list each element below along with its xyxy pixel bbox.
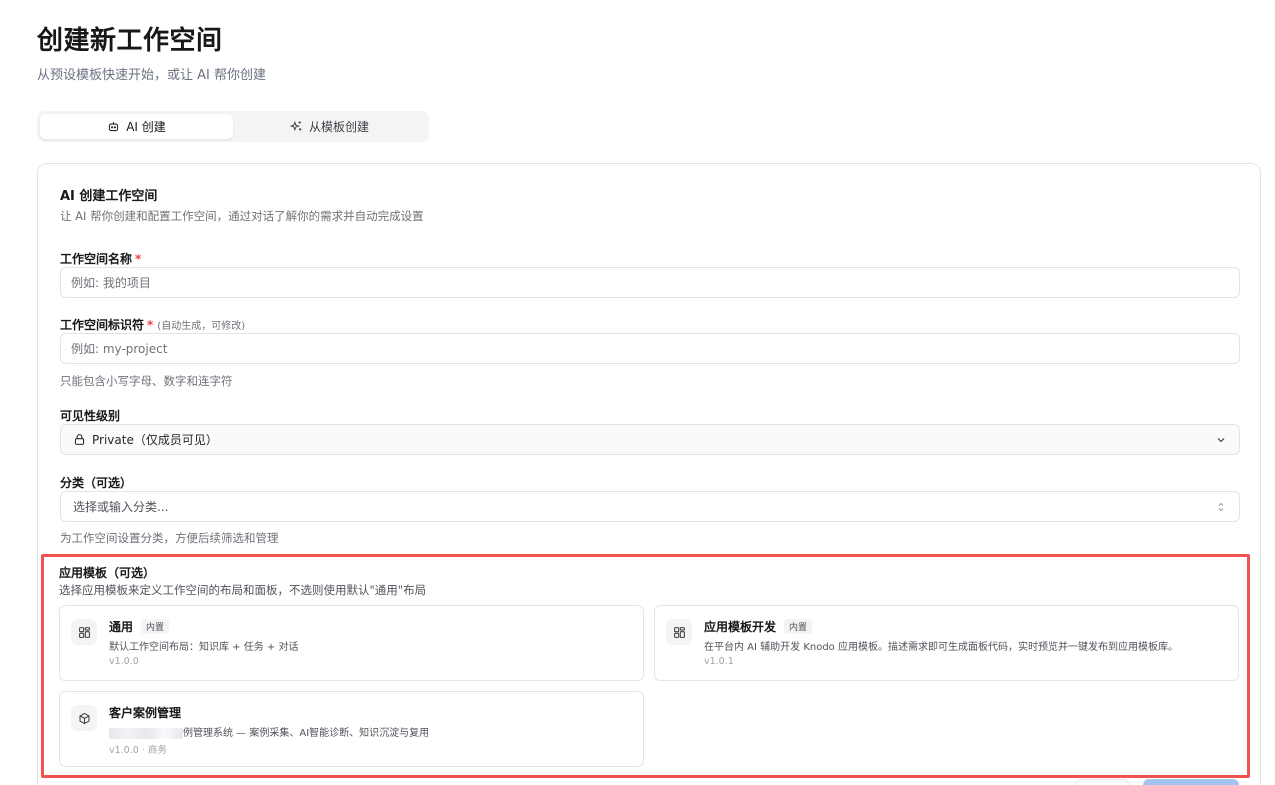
lock-icon [74,434,85,445]
tab-label: AI 创建 [126,120,166,134]
category-combobox[interactable]: 选择或输入分类... [60,491,1240,522]
workspace-name-label: 工作空间名称 * [60,252,142,266]
chevrons-up-down-icon [1218,502,1224,512]
card-title: AI 创建工作空间 [60,189,158,204]
bot-icon [109,122,119,132]
cancel-button[interactable] [1075,779,1129,785]
card-description: 让 AI 帮你创建和配置工作空间，通过对话了解你的需求并自动完成设置 [60,209,424,223]
page-title: 创建新工作空间 [37,26,223,56]
tab-label: 从模板创建 [308,120,369,134]
identifier-help-text: 只能包含小写字母、数字和连字符 [60,374,233,388]
tab-template-create[interactable]: 从模板创建 [233,114,426,139]
category-label: 分类（可选） [60,476,133,490]
create-button[interactable] [1143,779,1239,785]
sparkles-icon [289,121,302,132]
tab-ai-create[interactable]: AI 创建 [40,114,233,139]
workspace-identifier-input[interactable] [60,333,1240,364]
visibility-label: 可见性级别 [60,409,121,423]
visibility-select[interactable]: Private（仅成员可见） [60,424,1240,455]
page-subtitle: 从预设模板快速开始，或让 AI 帮你创建 [37,68,266,83]
create-mode-tabs: AI 创建 从模板创建 [37,111,429,142]
category-placeholder: 选择或输入分类... [73,500,169,514]
chevron-down-icon [1217,438,1225,443]
category-help-text: 为工作空间设置分类，方便后续筛选和管理 [60,531,279,545]
workspace-identifier-label: 工作空间标识符 * (自动生成，可修改) [60,318,246,332]
workspace-name-input[interactable] [60,267,1240,298]
highlight-box [41,554,1250,778]
visibility-value: Private（仅成员可见） [92,433,218,447]
